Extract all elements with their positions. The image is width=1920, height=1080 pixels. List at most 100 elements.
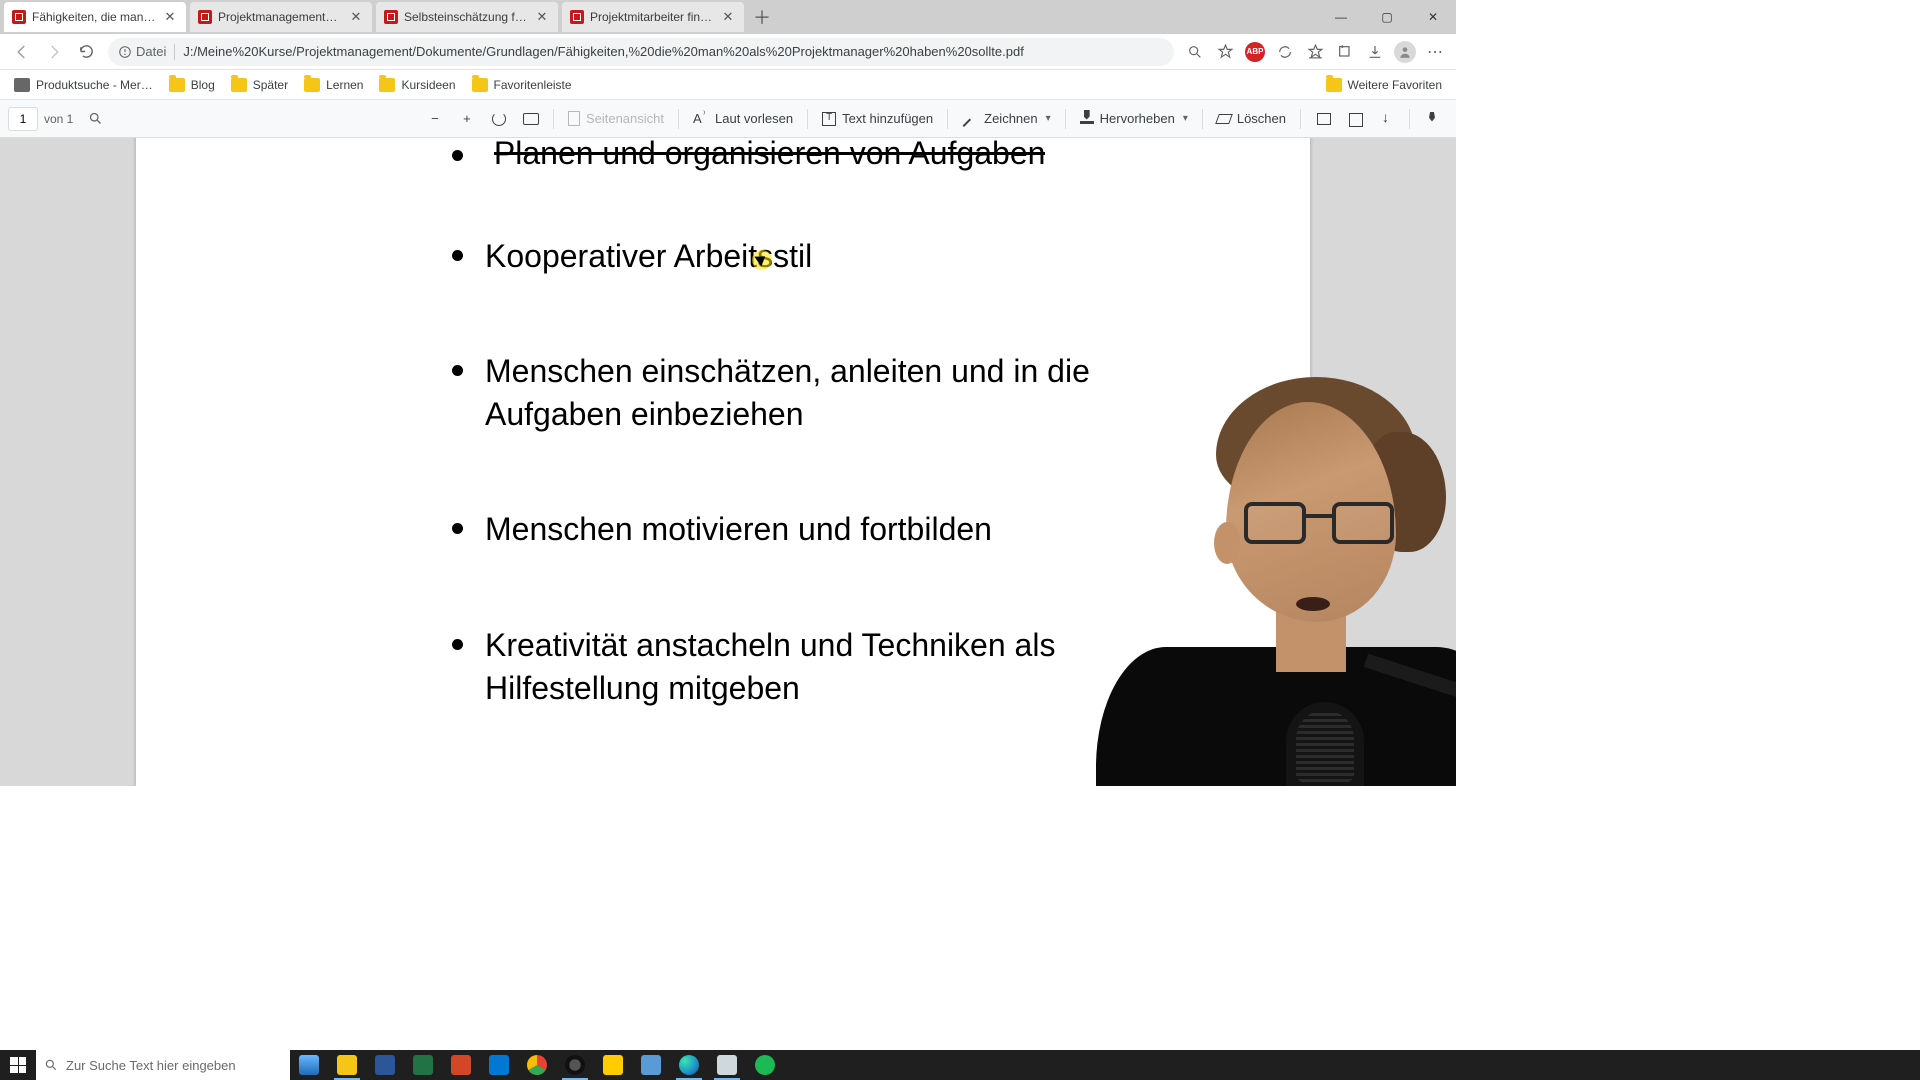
edge-button[interactable] <box>670 1050 708 1080</box>
zoom-indicator-icon[interactable] <box>1180 37 1210 67</box>
close-icon[interactable]: ✕ <box>720 9 736 25</box>
pin-toolbar-button[interactable] <box>1416 104 1448 134</box>
page-icon <box>14 78 30 92</box>
search-icon <box>88 111 103 126</box>
rotate-icon <box>491 111 507 127</box>
bullet-icon <box>452 639 463 650</box>
collections-icon[interactable] <box>1330 37 1360 67</box>
pdf-viewport[interactable]: Planen und organisieren von Aufgaben Koo… <box>0 138 1456 786</box>
fit-button[interactable] <box>515 104 547 134</box>
separator <box>678 109 679 129</box>
excel-button[interactable] <box>404 1050 442 1080</box>
taskbar-search[interactable]: Zur Suche Text hier eingeben <box>36 1050 290 1080</box>
file-explorer-button[interactable] <box>328 1050 366 1080</box>
save-button[interactable] <box>1339 104 1371 134</box>
tab-label: Selbsteinschätzung für Projektm… <box>404 10 530 24</box>
back-button[interactable] <box>6 36 38 68</box>
notepad-button[interactable] <box>708 1050 746 1080</box>
save-as-button[interactable] <box>1371 104 1403 134</box>
spotify-button[interactable] <box>746 1050 784 1080</box>
text-icon <box>822 112 836 126</box>
chrome-button[interactable] <box>518 1050 556 1080</box>
microphone <box>1286 702 1364 786</box>
profile-button[interactable] <box>1390 37 1420 67</box>
bookmark-item[interactable]: Kursideen <box>371 72 463 98</box>
bookmark-item[interactable]: Favoritenleiste <box>464 72 580 98</box>
favorite-button[interactable] <box>1210 37 1240 67</box>
bullet-icon <box>452 365 463 376</box>
rotate-button[interactable] <box>483 104 515 134</box>
word-button[interactable] <box>366 1050 404 1080</box>
word-icon <box>375 1055 395 1075</box>
tab-2[interactable]: Selbsteinschätzung für Projektm… ✕ <box>376 2 558 32</box>
page-number-input[interactable] <box>8 107 38 131</box>
obs-icon <box>565 1055 585 1075</box>
fit-icon <box>523 113 539 125</box>
tab-3[interactable]: Projektmitarbeiter finden - was … ✕ <box>562 2 744 32</box>
spotify-icon <box>755 1055 775 1075</box>
app-button[interactable] <box>632 1050 670 1080</box>
bookmark-item[interactable]: Lernen <box>296 72 371 98</box>
print-icon <box>1315 111 1331 127</box>
separator <box>174 44 175 60</box>
close-icon[interactable]: ✕ <box>162 9 178 25</box>
webcam-overlay <box>1076 372 1456 762</box>
bookmark-item[interactable]: Produktsuche - Mer… <box>6 72 161 98</box>
add-text-button[interactable]: Text hinzufügen <box>814 104 941 134</box>
add-text-label: Text hinzufügen <box>842 111 933 126</box>
start-button[interactable] <box>0 1050 36 1080</box>
find-button[interactable] <box>79 104 111 134</box>
obs-button[interactable] <box>556 1050 594 1080</box>
powerpoint-button[interactable] <box>442 1050 480 1080</box>
notepad-icon <box>717 1055 737 1075</box>
reload-button[interactable] <box>70 36 102 68</box>
bookmark-item[interactable]: Blog <box>161 72 223 98</box>
tab-1[interactable]: Projektmanagement_Einstiegsfr… ✕ <box>190 2 372 32</box>
tab-label: Projektmitarbeiter finden - was … <box>590 10 716 24</box>
highlight-label: Hervorheben <box>1100 111 1175 126</box>
zoom-out-button[interactable]: − <box>419 104 451 134</box>
highlighter-icon <box>1080 114 1094 124</box>
draw-button[interactable]: Zeichnen▾ <box>954 104 1059 134</box>
sync-icon[interactable] <box>1270 37 1300 67</box>
task-view-button[interactable] <box>290 1050 328 1080</box>
minimize-button[interactable]: — <box>1318 0 1364 34</box>
more-bookmarks[interactable]: Weitere Favoriten <box>1318 72 1450 98</box>
folder-icon <box>472 78 488 92</box>
bookmark-item[interactable]: Später <box>223 72 296 98</box>
app-button[interactable] <box>594 1050 632 1080</box>
abp-extension-icon[interactable]: ABP <box>1240 37 1270 67</box>
forward-button[interactable] <box>38 36 70 68</box>
download-icon <box>1379 111 1395 127</box>
highlight-button[interactable]: Hervorheben▾ <box>1072 104 1196 134</box>
tab-label: Fähigkeiten, die man als Projekt… <box>32 10 158 24</box>
close-icon[interactable]: ✕ <box>534 9 550 25</box>
close-icon[interactable]: ✕ <box>348 9 364 25</box>
page-view-button[interactable]: Seitenansicht <box>560 104 672 134</box>
print-button[interactable] <box>1307 104 1339 134</box>
bookmark-label: Weitere Favoriten <box>1348 78 1442 92</box>
cursor-highlight <box>752 250 772 270</box>
new-tab-button[interactable]: ＋ <box>748 3 776 31</box>
more-menu-button[interactable]: ⋯ <box>1420 37 1450 67</box>
favorites-list-icon[interactable] <box>1300 37 1330 67</box>
tab-0[interactable]: Fähigkeiten, die man als Projekt… ✕ <box>4 2 186 32</box>
bullet-text: Menschen motivieren und fortbilden <box>485 508 992 551</box>
close-window-button[interactable]: ✕ <box>1410 0 1456 34</box>
address-bar[interactable]: Datei J:/Meine%20Kurse/Projektmanagement… <box>108 38 1174 66</box>
bookmark-label: Lernen <box>326 78 363 92</box>
read-aloud-button[interactable]: Laut vorlesen <box>685 104 801 134</box>
downloads-icon[interactable] <box>1360 37 1390 67</box>
pdf-icon <box>198 10 212 24</box>
bullet-icon <box>452 523 463 534</box>
separator <box>1202 109 1203 129</box>
browser-tab-strip: Fähigkeiten, die man als Projekt… ✕ Proj… <box>0 0 1456 34</box>
zoom-in-button[interactable]: + <box>451 104 483 134</box>
maximize-button[interactable]: ▢ <box>1364 0 1410 34</box>
folder-icon <box>1326 78 1342 92</box>
erase-button[interactable]: Löschen <box>1209 104 1294 134</box>
mail-button[interactable] <box>480 1050 518 1080</box>
save-icon <box>1347 111 1363 127</box>
page-of-label: von 1 <box>44 112 73 126</box>
audio-icon <box>693 111 709 127</box>
